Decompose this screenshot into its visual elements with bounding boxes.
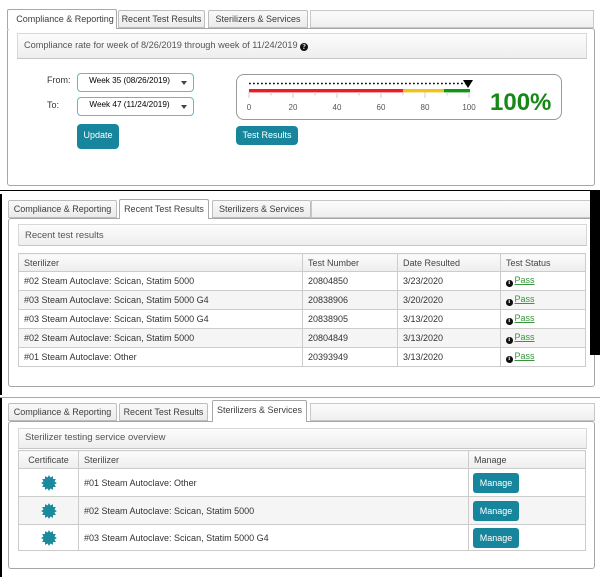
svg-text:40: 40 bbox=[333, 103, 342, 112]
svg-text:20: 20 bbox=[289, 103, 298, 112]
svg-text:80: 80 bbox=[421, 103, 430, 112]
svg-text:0: 0 bbox=[247, 103, 252, 112]
svg-text:60: 60 bbox=[377, 103, 386, 112]
svg-text:100: 100 bbox=[462, 103, 476, 112]
